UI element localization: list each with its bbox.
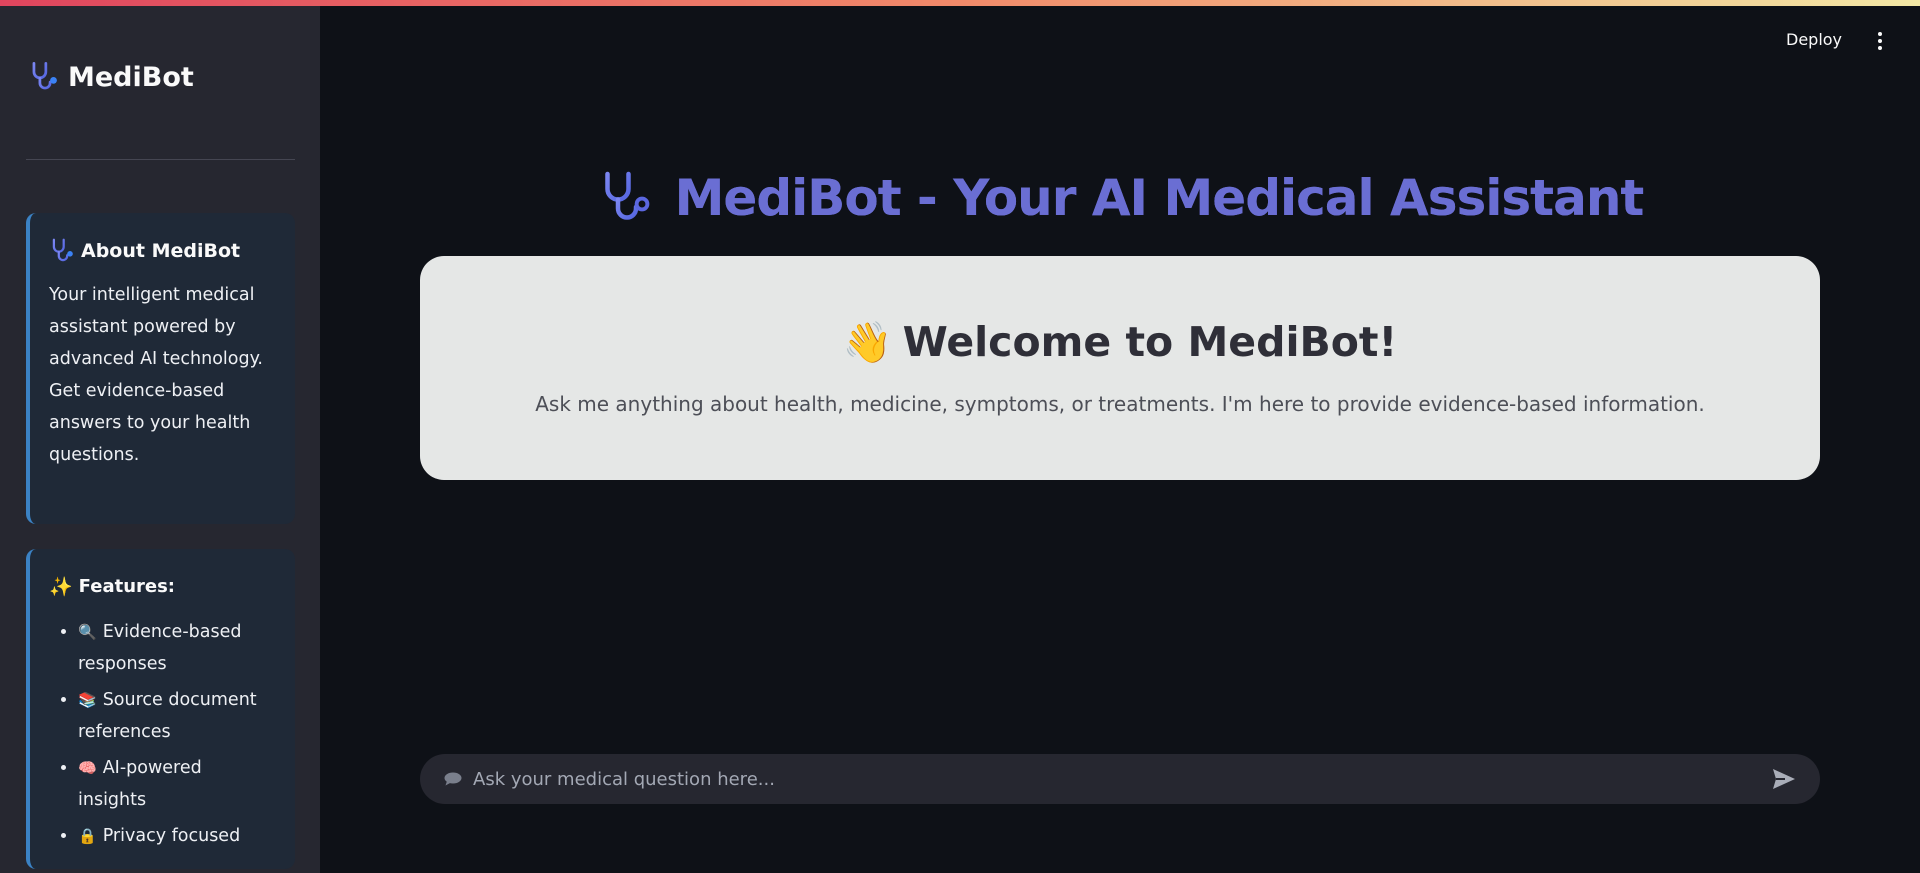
waving-hand-icon: 👋 bbox=[842, 319, 893, 366]
brand-name: MediBot bbox=[68, 61, 194, 93]
kebab-menu-icon[interactable] bbox=[1872, 30, 1888, 52]
brain-icon: 🧠 bbox=[78, 759, 97, 777]
list-item: 🔍Evidence-based responses bbox=[78, 616, 275, 680]
sidebar-divider bbox=[26, 159, 295, 160]
send-icon bbox=[1773, 769, 1795, 789]
about-description: Your intelligent medical assistant power… bbox=[49, 285, 263, 465]
lock-icon: 🔒 bbox=[78, 827, 97, 845]
page-title-text: MediBot - Your AI Medical Assistant bbox=[674, 169, 1645, 227]
about-card: About MediBot Your intelligent medical a… bbox=[26, 213, 295, 524]
dot bbox=[1878, 39, 1882, 43]
welcome-title-text: Welcome to MediBot! bbox=[902, 318, 1398, 366]
stethoscope-icon bbox=[32, 62, 57, 90]
list-item: 🧠AI-powered insights bbox=[78, 752, 275, 816]
chat-input[interactable] bbox=[471, 767, 1770, 791]
features-card: ✨ Features: 🔍Evidence-based responses 📚S… bbox=[26, 549, 295, 869]
about-title-text: About MediBot bbox=[81, 240, 241, 262]
sparkles-icon: ✨ bbox=[49, 576, 73, 598]
send-button[interactable] bbox=[1770, 765, 1798, 793]
stethoscope-icon bbox=[52, 238, 73, 262]
deploy-button[interactable]: Deploy bbox=[1786, 30, 1842, 49]
dot bbox=[1878, 46, 1882, 50]
features-card-title: ✨ Features: bbox=[49, 575, 275, 598]
feature-label: Source document references bbox=[78, 690, 257, 742]
magnifier-icon: 🔍 bbox=[78, 623, 97, 641]
top-decoration-bar bbox=[0, 0, 1920, 6]
speech-bubble-icon bbox=[444, 772, 462, 786]
welcome-title: 👋 Welcome to MediBot! bbox=[420, 318, 1820, 366]
features-list: 🔍Evidence-based responses 📚Source docume… bbox=[49, 616, 275, 852]
dot bbox=[1878, 32, 1882, 36]
features-title-text: Features: bbox=[78, 576, 176, 597]
list-item: 🔒 Privacy focused bbox=[78, 820, 275, 852]
chat-input-bar bbox=[420, 754, 1820, 804]
books-icon: 📚 bbox=[78, 691, 97, 709]
welcome-card: 👋 Welcome to MediBot! Ask me anything ab… bbox=[420, 256, 1820, 480]
welcome-subtitle: Ask me anything about health, medicine, … bbox=[535, 392, 1705, 416]
about-card-title: About MediBot bbox=[49, 237, 275, 265]
sidebar-brand: MediBot bbox=[28, 60, 194, 94]
feature-label: Evidence-based responses bbox=[78, 622, 242, 674]
stethoscope-icon bbox=[604, 171, 650, 220]
sidebar: MediBot About MediBot Your intelligent m… bbox=[0, 0, 320, 873]
feature-label: Privacy focused bbox=[102, 826, 241, 846]
list-item: 📚Source document references bbox=[78, 684, 275, 748]
page-title: MediBot - Your AI Medical Assistant bbox=[420, 168, 1820, 228]
